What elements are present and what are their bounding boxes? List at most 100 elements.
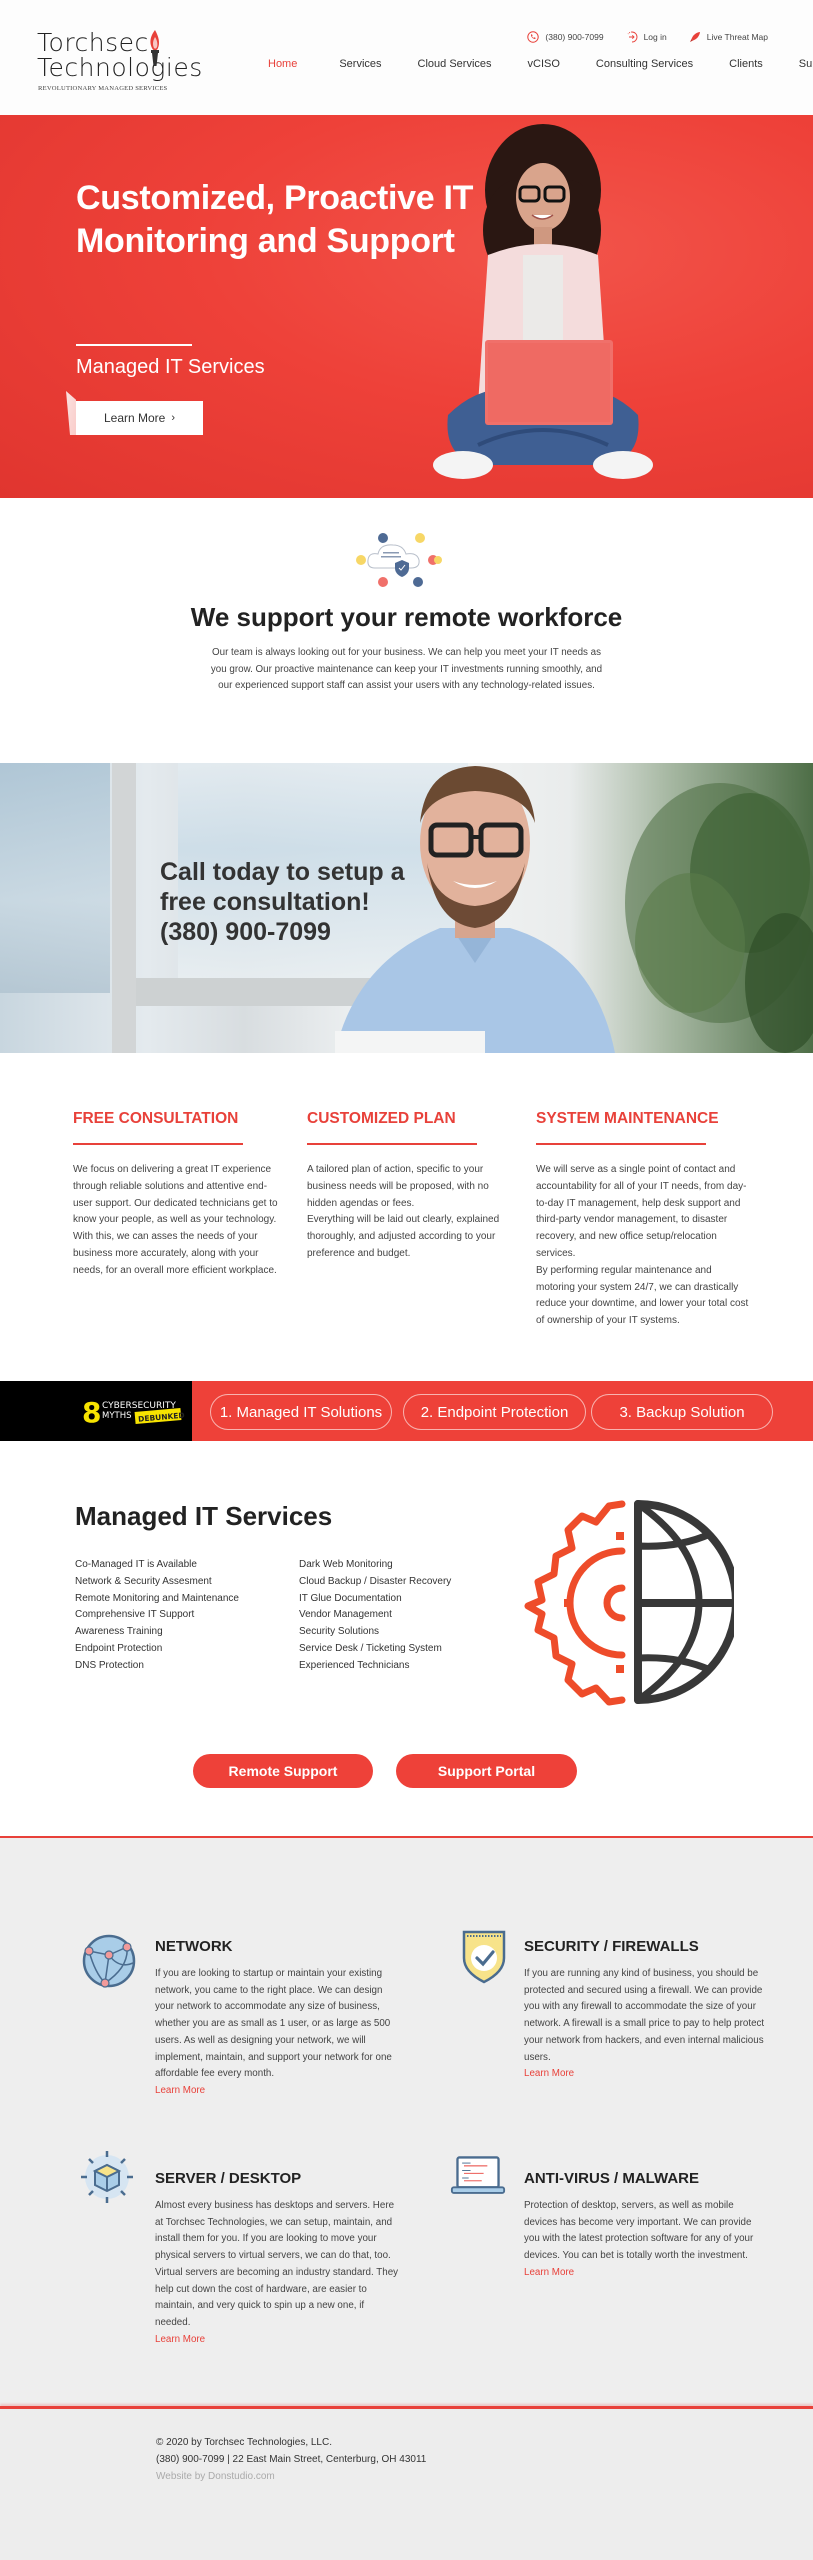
- services-list-left: Co-Managed IT is Available Network & Sec…: [75, 1557, 239, 1675]
- network-globe-icon: [82, 1934, 136, 1988]
- learn-more-link[interactable]: Learn More: [155, 2083, 397, 2100]
- service-list-item: Co-Managed IT is Available: [75, 1559, 197, 1570]
- remote-workforce-text: Our team is always looking out for your …: [210, 647, 603, 692]
- managed-it-services-section: Managed IT Services Co-Managed IT is Ava…: [0, 1441, 813, 1836]
- feature-divider: [307, 1143, 477, 1145]
- feature-customized-plan: CUSTOMIZED PLAN A tailored plan of actio…: [307, 1110, 519, 1263]
- service-description: Protection of desktop, servers, as well …: [524, 2200, 754, 2262]
- service-title: SECURITY / FIREWALLS: [524, 1938, 699, 1955]
- window-background: [0, 763, 110, 993]
- support-portal-button[interactable]: Support Portal: [396, 1754, 577, 1788]
- feature-divider: [536, 1143, 706, 1145]
- top-utility-bar: (380) 900-7099 Log in Live Threat Map: [527, 31, 768, 43]
- service-text: Almost every business has desktops and s…: [155, 2198, 400, 2348]
- service-title: NETWORK: [155, 1938, 233, 1955]
- consult-line-1: Call today to setup a: [160, 858, 405, 886]
- service-title: ANTI-VIRUS / MALWARE: [524, 2170, 699, 2187]
- nav-support[interactable]: Support: [799, 58, 813, 70]
- feature-free-consultation: FREE CONSULTATION We focus on delivering…: [73, 1110, 283, 1280]
- myth-pill-managed-it[interactable]: 1. Managed IT Solutions: [210, 1394, 392, 1430]
- service-description: If you are running any kind of business,…: [524, 1968, 765, 2063]
- footer-copyright: © 2020 by Torchsec Technologies, LLC.: [156, 2437, 332, 2448]
- learn-more-link[interactable]: Learn More: [524, 2265, 769, 2282]
- service-description: Almost every business has desktops and s…: [155, 2200, 399, 2328]
- service-list-item: Network & Security Assesment: [75, 1575, 212, 1587]
- services-list-right: Dark Web Monitoring Cloud Backup / Disas…: [299, 1557, 451, 1675]
- service-list-item: Vendor Management: [299, 1609, 392, 1621]
- remote-support-button[interactable]: Remote Support: [193, 1754, 373, 1788]
- myth-pill-backup-solution[interactable]: 3. Backup Solution: [591, 1394, 773, 1430]
- features-section: FREE CONSULTATION We focus on delivering…: [0, 1053, 813, 1383]
- cybersecurity-myths-bar: 8 CYBERSECURITY MYTHS DEBUNKED 1. Manage…: [0, 1381, 813, 1441]
- learn-more-button[interactable]: Learn More ›: [76, 401, 203, 435]
- login-label: Log in: [643, 32, 667, 42]
- service-list-item: DNS Protection: [75, 1659, 144, 1671]
- logo-name-line1: Torchsec: [37, 28, 149, 57]
- nav-services[interactable]: Services: [339, 58, 381, 70]
- chevron-right-icon: ›: [171, 412, 176, 424]
- site-footer: © 2020 by Torchsec Technologies, LLC. (3…: [0, 2406, 813, 2560]
- remote-workforce-title: We support your remote workforce: [190, 602, 623, 632]
- login-link[interactable]: Log in: [626, 31, 667, 43]
- nav-consulting-services[interactable]: Consulting Services: [596, 58, 693, 70]
- managed-it-title: Managed IT Services: [75, 1501, 333, 1531]
- service-list-item: Service Desk / Ticketing System: [299, 1642, 442, 1654]
- service-description: If you are looking to startup or maintai…: [155, 1968, 392, 2080]
- cloud-security-illustration-icon: [356, 533, 442, 587]
- badge-number: 8: [82, 1396, 101, 1429]
- learn-more-link[interactable]: Learn More: [524, 2066, 769, 2083]
- hero-subtitle: Managed IT Services: [76, 356, 265, 378]
- hero-banner: Customized, Proactive IT Monitoring and …: [0, 115, 813, 498]
- hero-divider: [76, 344, 192, 346]
- services-grid: NETWORK If you are looking to startup or…: [0, 1836, 813, 2406]
- feature-title: SYSTEM MAINTENANCE: [536, 1110, 719, 1127]
- myth-pill-endpoint-protection[interactable]: 2. Endpoint Protection: [403, 1394, 586, 1430]
- service-list-item: Endpoint Protection: [75, 1642, 163, 1654]
- service-list-item: Experienced Technicians: [299, 1659, 410, 1671]
- torch-icon: [150, 30, 159, 66]
- window-frame: [112, 763, 136, 1053]
- nav-clients[interactable]: Clients: [729, 58, 763, 70]
- service-list-item: Security Solutions: [299, 1626, 380, 1638]
- consultation-banner: Call today to setup a free consultation!…: [0, 763, 813, 1053]
- remote-workforce-section: We support your remote workforce Our tea…: [0, 498, 813, 763]
- service-list-item: Dark Web Monitoring: [299, 1559, 393, 1570]
- feature-text: We will serve as a single point of conta…: [536, 1164, 749, 1327]
- threat-map-label: Live Threat Map: [706, 32, 768, 42]
- footer-contact: (380) 900-7099 | 22 East Main Street, Ce…: [156, 2454, 427, 2465]
- main-nav: Home Services Cloud Services vCISO Consu…: [268, 58, 813, 70]
- service-title: SERVER / DESKTOP: [155, 2170, 302, 2187]
- phone-number: (380) 900-7099: [545, 32, 604, 42]
- logo-tagline: REVOLUTIONARY MANAGED SERVICES: [38, 85, 168, 92]
- login-icon: [627, 31, 637, 43]
- hero-title: Customized, Proactive IT Monitoring and …: [76, 179, 474, 260]
- laptop-icon: [450, 2156, 506, 2194]
- footer-divider: [0, 2406, 813, 2409]
- nav-vciso[interactable]: vCISO: [528, 58, 560, 70]
- service-text: If you are running any kind of business,…: [524, 1966, 769, 2083]
- phone-link[interactable]: (380) 900-7099: [527, 31, 604, 43]
- nav-cloud-services[interactable]: Cloud Services: [418, 58, 492, 70]
- consultation-call-to-action: Call today to setup a free consultation!…: [160, 857, 404, 947]
- nav-home[interactable]: Home: [268, 58, 297, 70]
- button-flag-decoration: [66, 391, 76, 435]
- consult-phone[interactable]: (380) 900-7099: [160, 917, 404, 947]
- feature-divider: [73, 1143, 243, 1145]
- logo[interactable]: Torchsec Technologies REVOLUTIONARY MANA…: [37, 28, 202, 96]
- shield-check-icon: [462, 1930, 506, 1984]
- feature-title: CUSTOMIZED PLAN: [307, 1110, 456, 1127]
- threat-map-link[interactable]: Live Threat Map: [689, 31, 768, 43]
- feature-text: We focus on delivering a great IT experi…: [73, 1164, 278, 1276]
- consult-line-2: free consultation!: [160, 888, 370, 916]
- learn-more-link[interactable]: Learn More: [155, 2332, 400, 2349]
- feature-system-maintenance: SYSTEM MAINTENANCE We will serve as a si…: [536, 1110, 751, 1330]
- service-list-item: IT Glue Documentation: [299, 1592, 402, 1604]
- service-text: If you are looking to startup or maintai…: [155, 1966, 397, 2100]
- badge-line2: MYTHS: [102, 1411, 132, 1421]
- hero-photo-woman: [433, 124, 653, 479]
- feature-text: A tailored plan of action, specific to y…: [307, 1164, 500, 1259]
- gear-globe-icon: [524, 1500, 734, 1706]
- footer-credit-link[interactable]: Website by Donstudio.com: [156, 2471, 275, 2482]
- cybersecurity-myths-badge[interactable]: 8 CYBERSECURITY MYTHS DEBUNKED: [80, 1394, 185, 1430]
- site-header: Torchsec Technologies REVOLUTIONARY MANA…: [0, 0, 813, 115]
